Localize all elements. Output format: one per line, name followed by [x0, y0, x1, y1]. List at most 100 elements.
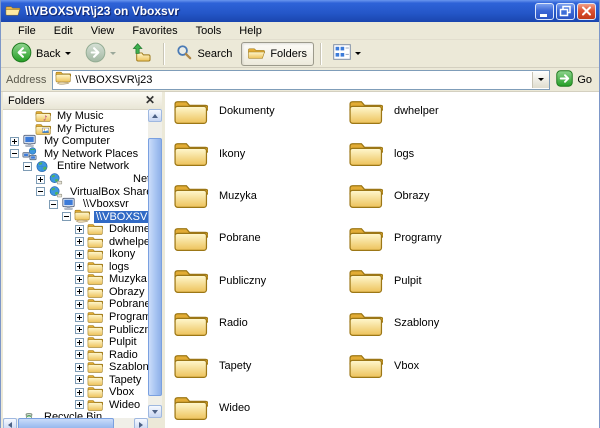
tree-item[interactable]: Pulpit	[4, 336, 148, 349]
restore-button[interactable]	[556, 3, 575, 20]
scroll-right-button[interactable]	[134, 418, 148, 428]
folders-button[interactable]: Folders	[241, 42, 314, 66]
tree-item-label[interactable]: VirtualBox Shared Folder	[68, 186, 148, 198]
tree-item-label[interactable]: Obrazy	[107, 286, 146, 298]
collapse-icon[interactable]	[10, 149, 19, 158]
tree-vertical-scrollbar[interactable]	[148, 109, 162, 418]
tree-item-label[interactable]: Szablony	[107, 361, 148, 373]
folder-tile[interactable]: Dokumenty	[173, 92, 348, 132]
scroll-up-button[interactable]	[148, 109, 162, 122]
tree-item-label[interactable]: Pobrane	[107, 298, 148, 310]
expand-icon[interactable]	[75, 300, 84, 309]
expand-icon[interactable]	[75, 250, 84, 259]
expand-icon[interactable]	[75, 363, 84, 372]
tree-item[interactable]: Recycle Bin	[4, 411, 148, 418]
folder-tile[interactable]: Programy	[348, 217, 523, 259]
tree-item[interactable]: Tapety	[4, 373, 148, 386]
tree-item-label[interactable]: My Computer	[42, 135, 112, 147]
collapse-icon[interactable]	[36, 187, 45, 196]
tree-item-label[interactable]: Netw	[131, 173, 148, 185]
tree-item-label[interactable]: Pulpit	[107, 336, 139, 348]
expand-icon[interactable]	[75, 313, 84, 322]
tree-item[interactable]: dwhelper	[4, 235, 148, 248]
minimize-button[interactable]	[535, 3, 554, 20]
views-button[interactable]	[327, 41, 367, 66]
tree-item[interactable]: Entire Network	[4, 160, 148, 173]
tree-item-label[interactable]: Muzyka	[107, 273, 148, 285]
folder-tile[interactable]: logs	[348, 132, 523, 174]
expand-icon[interactable]	[75, 388, 84, 397]
folders-panel-close-button[interactable]: ✕	[143, 95, 157, 106]
address-value[interactable]: \\VBOXSVR\j23	[75, 74, 528, 86]
tree-item[interactable]: Obrazy	[4, 286, 148, 299]
expand-icon[interactable]	[75, 262, 84, 271]
tree-item-label[interactable]: Publiczny	[107, 324, 148, 336]
tree-item-label[interactable]: Programy	[107, 311, 148, 323]
tree-item[interactable]: Dokumenty	[4, 223, 148, 236]
tree-item[interactable]: ♪My Music	[4, 110, 148, 123]
collapse-icon[interactable]	[62, 212, 71, 221]
folder-tile[interactable]: Tapety	[173, 344, 348, 386]
back-dropdown-caret[interactable]	[65, 52, 71, 55]
folder-tile[interactable]: Muzyka	[173, 175, 348, 217]
expand-icon[interactable]	[10, 137, 19, 146]
tree-item[interactable]: Szablony	[4, 361, 148, 374]
tree-item[interactable]: My Computer	[4, 135, 148, 148]
tree-item-label[interactable]: logs	[107, 261, 131, 273]
address-input[interactable]: \\VBOXSVR\j23	[52, 70, 550, 90]
folder-tile[interactable]: Ikony	[173, 132, 348, 174]
tree-item-label[interactable]: Radio	[107, 349, 140, 361]
close-button[interactable]	[577, 3, 596, 20]
expand-icon[interactable]	[36, 175, 45, 184]
tree-item[interactable]: My Pictures	[4, 123, 148, 136]
tree-item-label[interactable]: Entire Network	[55, 160, 131, 172]
tree-item[interactable]: Publiczny	[4, 323, 148, 336]
tree-item[interactable]: Netw	[4, 173, 148, 186]
tree-item-label[interactable]: Recycle Bin	[42, 411, 104, 418]
tree-item[interactable]: Pobrane	[4, 298, 148, 311]
folder-tile[interactable]: Pobrane	[173, 217, 348, 259]
horizontal-scroll-thumb[interactable]	[18, 418, 114, 428]
tree-item-label[interactable]: \\VBOXSVR\j23	[94, 211, 148, 223]
scroll-down-button[interactable]	[148, 405, 162, 418]
collapse-icon[interactable]	[49, 200, 58, 209]
expand-icon[interactable]	[75, 225, 84, 234]
tree-item-label[interactable]: My Pictures	[55, 123, 116, 135]
tree-item-label[interactable]: My Network Places	[42, 148, 140, 160]
tree-item[interactable]: Muzyka	[4, 273, 148, 286]
folder-tile[interactable]: Vbox	[348, 344, 523, 386]
tree-item[interactable]: VirtualBox Shared Folder	[4, 185, 148, 198]
expand-icon[interactable]	[75, 338, 84, 347]
menu-item-help[interactable]: Help	[230, 24, 271, 38]
title-bar[interactable]: \\VBOXSVR\j23 on Vboxsvr	[1, 0, 599, 22]
folder-tile[interactable]: Wideo	[173, 387, 348, 428]
forward-button[interactable]	[79, 39, 122, 69]
folder-tile[interactable]: Obrazy	[348, 175, 523, 217]
tree-item-label[interactable]: My Music	[55, 110, 105, 122]
tree-item-label[interactable]: dwhelper	[107, 236, 148, 248]
menu-item-edit[interactable]: Edit	[45, 24, 82, 38]
tree-item[interactable]: \\VBOXSVR\j23	[4, 210, 148, 223]
search-button[interactable]: Search	[170, 41, 239, 67]
folder-tile[interactable]: dwhelper	[348, 92, 523, 132]
tree-item-label[interactable]: Dokumenty	[107, 223, 148, 235]
menu-item-view[interactable]: View	[82, 24, 124, 38]
folder-tile[interactable]: Publiczny	[173, 260, 348, 302]
tree-item-label[interactable]: Tapety	[107, 374, 143, 386]
tree-item-label[interactable]: Ikony	[107, 248, 137, 260]
tree-item[interactable]: Wideo	[4, 399, 148, 412]
forward-dropdown-caret[interactable]	[110, 52, 116, 55]
expand-icon[interactable]	[75, 350, 84, 359]
expand-icon[interactable]	[75, 375, 84, 384]
tree-item[interactable]: Programy	[4, 311, 148, 324]
tree-item[interactable]: Ikony	[4, 248, 148, 261]
expand-icon[interactable]	[75, 325, 84, 334]
vertical-scroll-thumb[interactable]	[148, 138, 162, 396]
collapse-icon[interactable]	[23, 162, 32, 171]
expand-icon[interactable]	[75, 237, 84, 246]
expand-icon[interactable]	[75, 400, 84, 409]
tree-horizontal-scrollbar[interactable]	[3, 418, 148, 428]
scroll-left-button[interactable]	[3, 418, 17, 428]
expand-icon[interactable]	[75, 275, 84, 284]
tree-item[interactable]: My Network Places	[4, 148, 148, 161]
